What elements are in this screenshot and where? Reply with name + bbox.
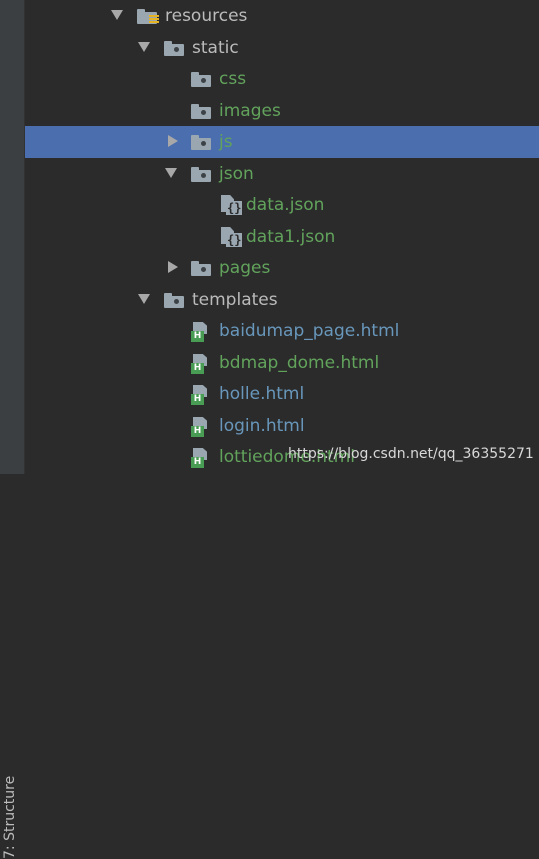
tree-node-label: js bbox=[219, 132, 233, 152]
tree-node-label: login.html bbox=[219, 416, 305, 436]
expand-arrow-icon[interactable] bbox=[165, 168, 177, 178]
folder-icon bbox=[191, 135, 211, 150]
folder-icon bbox=[191, 167, 211, 182]
tree-node-login-html[interactable]: H login.html bbox=[25, 410, 539, 442]
collapse-arrow-icon[interactable] bbox=[168, 135, 178, 147]
folder-icon bbox=[191, 104, 211, 119]
html-file-icon: H bbox=[191, 385, 209, 405]
tree-node-label: css bbox=[219, 69, 247, 89]
structure-tab[interactable]: 7: Structure bbox=[0, 385, 24, 859]
tree-node-holle-html[interactable]: H holle.html bbox=[25, 378, 539, 410]
resource-folder-icon bbox=[137, 9, 159, 24]
tree-node-data-json[interactable]: {} data.json bbox=[25, 189, 539, 221]
tree-node-pages[interactable]: pages bbox=[25, 252, 539, 284]
project-tree: resources static css images js json {} d… bbox=[25, 0, 539, 474]
expand-arrow-icon[interactable] bbox=[138, 42, 150, 52]
html-file-icon: H bbox=[191, 322, 209, 342]
tree-node-static[interactable]: static bbox=[25, 32, 539, 64]
folder-icon bbox=[191, 261, 211, 276]
folder-icon bbox=[164, 41, 184, 56]
tree-node-js[interactable]: js bbox=[25, 126, 539, 158]
collapse-arrow-icon[interactable] bbox=[168, 261, 178, 273]
tree-node-templates[interactable]: templates bbox=[25, 284, 539, 316]
tree-node-label: data.json bbox=[246, 195, 325, 215]
folder-icon bbox=[164, 293, 184, 308]
tree-node-bdmap-dome-html[interactable]: H bdmap_dome.html bbox=[25, 347, 539, 379]
tree-node-label: baidumap_page.html bbox=[219, 321, 400, 341]
tree-node-label: static bbox=[192, 38, 239, 58]
tree-node-resources[interactable]: resources bbox=[25, 0, 539, 32]
tree-node-label: resources bbox=[165, 6, 248, 26]
html-file-icon: H bbox=[191, 354, 209, 374]
folder-icon bbox=[191, 72, 211, 87]
tree-node-label: bdmap_dome.html bbox=[219, 353, 380, 373]
tree-node-label: holle.html bbox=[219, 384, 305, 404]
expand-arrow-icon[interactable] bbox=[111, 10, 123, 20]
watermark-text: https://blog.csdn.net/qq_36355271 bbox=[288, 446, 534, 462]
expand-arrow-icon[interactable] bbox=[138, 294, 150, 304]
tree-node-baidumap-page-html[interactable]: H baidumap_page.html bbox=[25, 315, 539, 347]
tree-node-label: templates bbox=[192, 290, 278, 310]
html-file-icon: H bbox=[191, 417, 209, 437]
tree-node-json[interactable]: json bbox=[25, 158, 539, 190]
tree-node-label: pages bbox=[219, 258, 271, 278]
structure-tab-label: 7: Structure bbox=[2, 775, 18, 859]
tree-node-css[interactable]: css bbox=[25, 63, 539, 95]
json-file-icon: {} bbox=[221, 227, 243, 249]
html-file-icon: H bbox=[191, 448, 209, 468]
tree-node-label: images bbox=[219, 101, 281, 121]
json-file-icon: {} bbox=[221, 195, 243, 217]
tree-node-label: data1.json bbox=[246, 227, 336, 247]
tree-node-label: json bbox=[219, 164, 254, 184]
tree-node-data1-json[interactable]: {} data1.json bbox=[25, 221, 539, 253]
tree-node-images[interactable]: images bbox=[25, 95, 539, 127]
